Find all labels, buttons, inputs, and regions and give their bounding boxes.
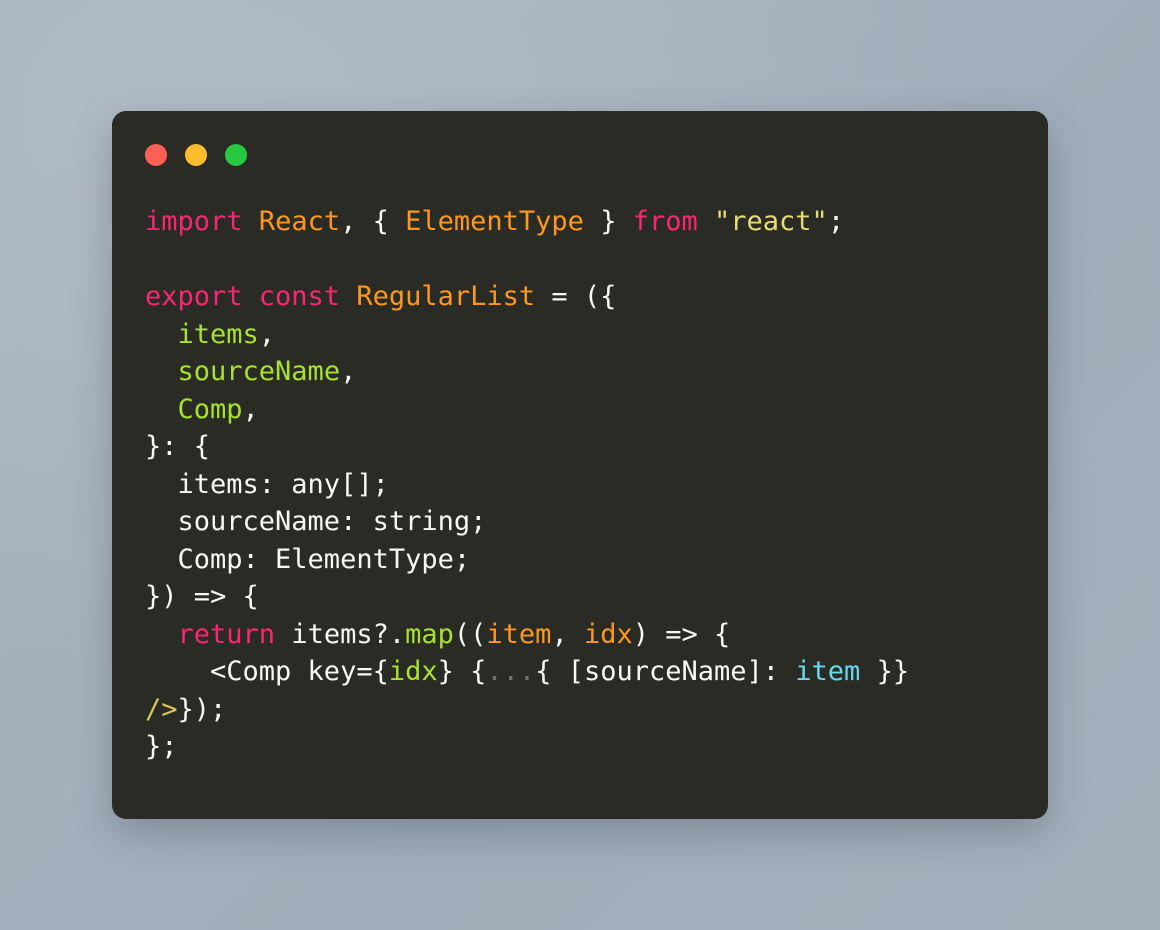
code-token: export const (145, 281, 341, 312)
code-token: idx (388, 656, 438, 687)
minimize-window-button[interactable] (185, 144, 207, 166)
code-token: }} (860, 656, 910, 687)
code-line: return items?.map((item, idx) => { (145, 616, 1032, 654)
code-token: "react" (714, 206, 828, 237)
code-token: from (632, 206, 698, 237)
code-line: items: any[]; (145, 466, 1032, 504)
code-token: <Comp key={ (145, 656, 389, 687)
code-token: items?. (275, 618, 406, 650)
code-token: ... (486, 656, 536, 687)
code-token: }: { (145, 431, 211, 462)
window-titlebar (112, 111, 1048, 199)
code-token: = ({ (535, 281, 617, 312)
code-token: item (795, 656, 861, 687)
close-window-button[interactable] (145, 144, 167, 166)
code-token: } { (437, 656, 487, 687)
code-token: ; (827, 206, 845, 237)
code-line: />}); (145, 691, 1032, 729)
code-line: <Comp key={idx} {...{ [sourceName]: item… (145, 653, 1032, 691)
code-line: Comp: ElementType; (145, 541, 1032, 579)
code-token: (( (453, 618, 487, 650)
code-line: Comp, (145, 391, 1032, 429)
code-token: { [sourceName]: (535, 656, 796, 687)
code-line: sourceName, (145, 353, 1032, 391)
screenshot-stage: import React, { ElementType } from "reac… (0, 0, 1160, 930)
code-token: Comp (177, 393, 243, 425)
code-token: , (340, 356, 357, 387)
code-token: item (486, 618, 552, 650)
code-token: RegularList (356, 281, 536, 312)
code-editor-content[interactable]: import React, { ElementType } from "reac… (145, 203, 1032, 766)
code-token: , { (340, 206, 406, 237)
code-token: map (405, 618, 454, 650)
code-token: items: any[]; (145, 468, 389, 500)
code-token: } (583, 206, 633, 237)
code-token: return (177, 618, 276, 650)
code-token: React (258, 206, 341, 237)
code-token: import (145, 206, 243, 237)
code-line: }; (145, 728, 1032, 766)
code-token: items (177, 318, 259, 350)
code-token: /> (145, 693, 178, 725)
code-line: export const RegularList = ({ (145, 278, 1032, 316)
code-token: sourceName: string; (145, 506, 487, 537)
code-token: idx (583, 618, 633, 650)
code-token: }) => { (145, 581, 259, 612)
code-token: }); (177, 693, 227, 725)
code-line: import React, { ElementType } from "reac… (145, 203, 1032, 241)
code-token: , (551, 618, 584, 650)
code-token: ) => { (632, 618, 731, 650)
code-token: }; (145, 731, 178, 762)
code-token: sourceName (177, 356, 341, 387)
code-line: }: { (145, 428, 1032, 466)
code-token: , (242, 393, 259, 425)
code-token: ElementType (405, 206, 584, 237)
maximize-window-button[interactable] (225, 144, 247, 166)
code-line: sourceName: string; (145, 503, 1032, 541)
code-line: }) => { (145, 578, 1032, 616)
code-token: Comp: ElementType; (145, 543, 471, 575)
code-line: items, (145, 316, 1032, 354)
code-token: , (258, 318, 276, 350)
code-snippet-window: import React, { ElementType } from "reac… (112, 111, 1048, 819)
